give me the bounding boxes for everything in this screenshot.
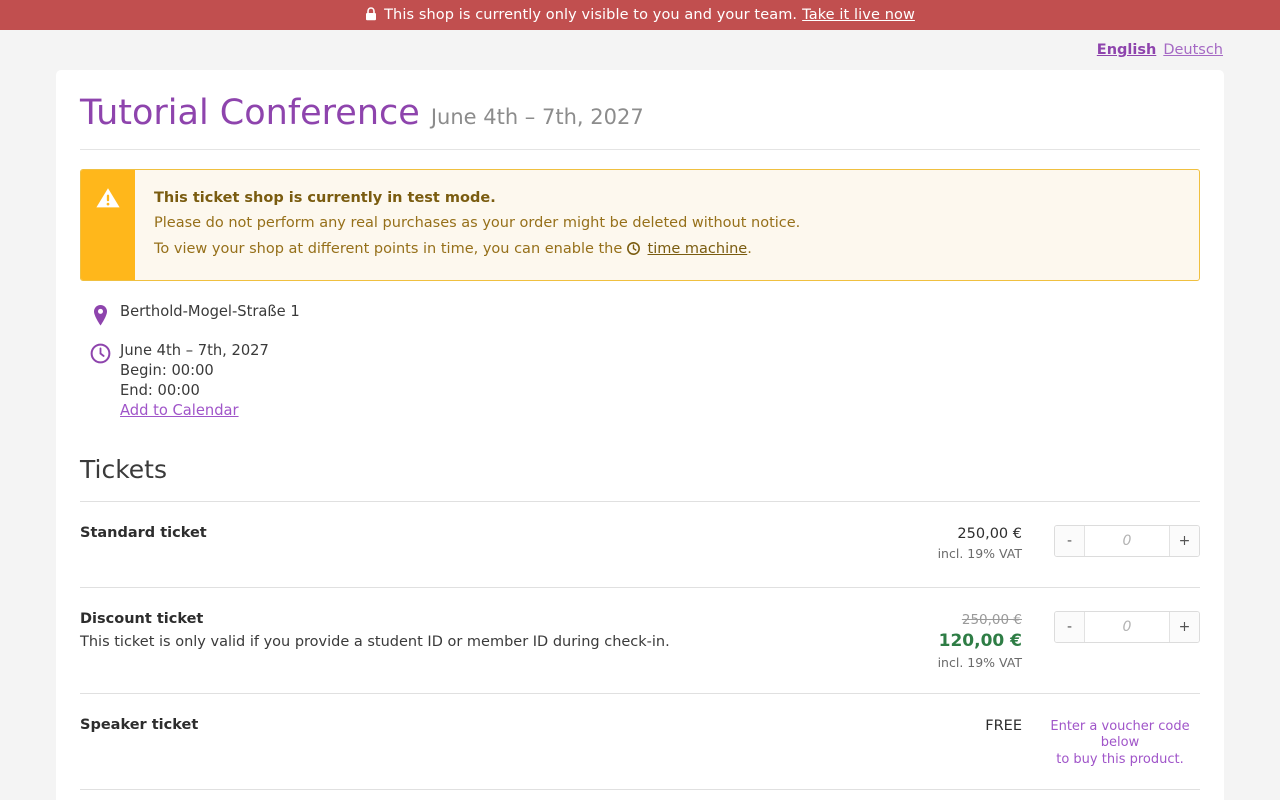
event-begin-time: Begin: 00:00 [120, 362, 214, 380]
event-location-row: Berthold-Mogel-Straße 1 [80, 302, 1200, 327]
alert-line-3-suffix: . [747, 240, 752, 257]
ticket-discount-price: 120,00 € [938, 631, 1022, 652]
alert-line-3: To view your shop at different points in… [154, 237, 800, 265]
language-option-english[interactable]: English [1097, 42, 1157, 58]
shop-card: Tutorial Conference June 4th – 7th, 2027… [56, 70, 1224, 800]
quantity-increment-button[interactable]: + [1169, 612, 1199, 643]
ticket-original-price: 250,00 € [961, 612, 1022, 629]
quantity-decrement-button[interactable]: - [1055, 526, 1085, 557]
table-row: Standard ticket 250,00 € incl. 19% VAT -… [80, 502, 1200, 589]
voucher-note-line-2: to buy this product. [1056, 751, 1184, 767]
map-marker-icon [80, 302, 120, 327]
event-time-row: June 4th – 7th, 2027 Begin: 00:00 End: 0… [80, 341, 1200, 422]
ticket-info: Discount ticket This ticket is only vali… [80, 610, 872, 652]
event-time-details: June 4th – 7th, 2027 Begin: 00:00 End: 0… [120, 341, 269, 422]
language-option-deutsch[interactable]: Deutsch [1163, 42, 1223, 58]
banner-text: This shop is currently only visible to y… [384, 7, 798, 23]
clock-icon [626, 241, 645, 259]
ticket-vat-note: incl. 19% VAT [937, 545, 1022, 561]
add-to-calendar-link[interactable]: Add to Calendar [120, 402, 239, 419]
tickets-table: Standard ticket 250,00 € incl. 19% VAT -… [80, 501, 1200, 790]
page-title: Tutorial Conference [80, 93, 420, 133]
voucher-required-note: Enter a voucher code below to buy this p… [1040, 717, 1200, 768]
alert-line-2: Please do not perform any real purchases… [154, 215, 801, 232]
test-mode-banner: This shop is currently only visible to y… [0, 0, 1280, 30]
event-location: Berthold-Mogel-Straße 1 [120, 303, 300, 321]
take-it-live-link[interactable]: Take it live now [802, 7, 915, 23]
ticket-price: FREE [872, 716, 1022, 736]
ticket-price: 250,00 € incl. 19% VAT [872, 524, 1022, 562]
alert-line-3-prefix: To view your shop at different points in… [154, 240, 623, 257]
event-date-subtitle: June 4th – 7th, 2027 [430, 105, 644, 129]
quantity-input[interactable] [1085, 526, 1169, 557]
clock-icon [80, 341, 120, 364]
ticket-name: Speaker ticket [80, 716, 199, 733]
lock-icon [365, 7, 377, 25]
event-header: Tutorial Conference June 4th – 7th, 2027 [80, 70, 1200, 150]
alert-body: This ticket shop is currently in test mo… [135, 170, 818, 281]
warning-triangle-icon [95, 186, 121, 214]
tickets-heading: Tickets [80, 454, 167, 484]
alert-icon-container [81, 169, 135, 281]
ticket-action: Enter a voucher code below to buy this p… [1022, 716, 1200, 768]
table-row: Discount ticket This ticket is only vali… [80, 588, 1200, 694]
ticket-name: Discount ticket [80, 611, 204, 628]
voucher-note-line-1: Enter a voucher code below [1050, 718, 1190, 751]
quantity-stepper[interactable]: - + [1054, 525, 1200, 558]
alert-title: This ticket shop is currently in test mo… [154, 189, 496, 206]
time-machine-link[interactable]: time machine [648, 241, 748, 257]
ticket-action: - + [1022, 610, 1200, 644]
quantity-increment-button[interactable]: + [1169, 526, 1199, 557]
table-row: Speaker ticket FREE Enter a voucher code… [80, 694, 1200, 790]
ticket-price-value: FREE [985, 717, 1022, 734]
ticket-info: Speaker ticket [80, 716, 872, 735]
event-date-range: June 4th – 7th, 2027 [120, 342, 269, 360]
quantity-input[interactable] [1085, 612, 1169, 643]
ticket-action: - + [1022, 524, 1200, 558]
quantity-decrement-button[interactable]: - [1055, 612, 1085, 643]
event-end-time: End: 00:00 [120, 382, 200, 400]
ticket-name: Standard ticket [80, 525, 207, 542]
ticket-description: This ticket is only valid if you provide… [80, 633, 670, 650]
language-switcher: English Deutsch [0, 30, 1280, 70]
ticket-vat-note: incl. 19% VAT [937, 655, 1022, 671]
ticket-price: 250,00 € 120,00 € incl. 19% VAT [872, 610, 1022, 672]
quantity-stepper[interactable]: - + [1054, 611, 1200, 644]
ticket-info: Standard ticket [80, 524, 872, 543]
ticket-price-value: 250,00 € [957, 526, 1022, 543]
test-mode-alert: This ticket shop is currently in test mo… [80, 168, 1200, 282]
event-meta: Berthold-Mogel-Straße 1 June 4th – 7th, … [80, 281, 1200, 422]
